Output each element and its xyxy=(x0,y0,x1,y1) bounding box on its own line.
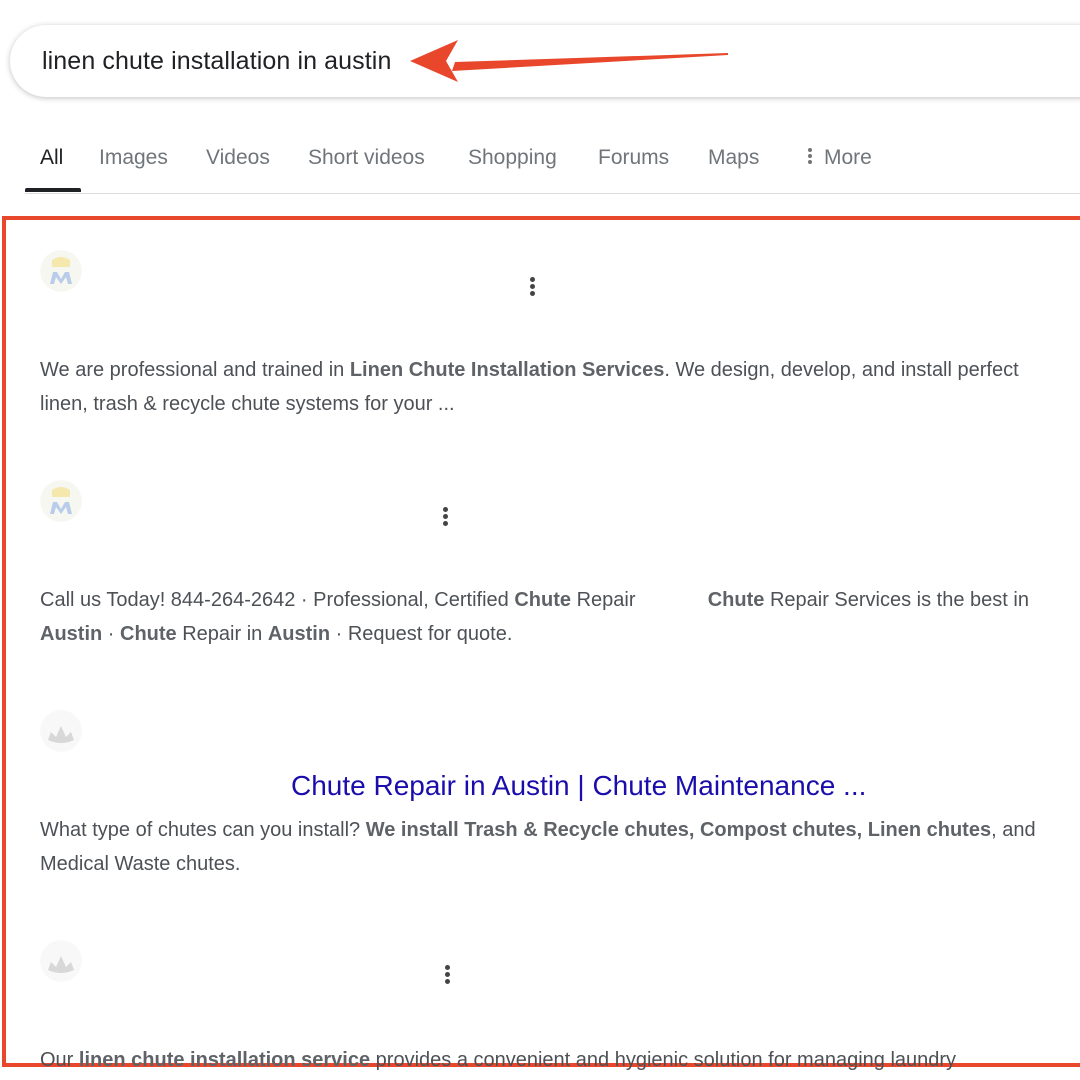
snippet-highlight: Austin xyxy=(267,623,331,645)
tab-forums[interactable]: Forums xyxy=(598,146,669,170)
crown-logo-icon[interactable] xyxy=(40,940,82,982)
kebab-menu-icon[interactable] xyxy=(445,965,451,986)
crown-logo-icon[interactable] xyxy=(40,710,82,752)
snippet-text: We are professional and trained in xyxy=(40,359,350,381)
snippet-text: Repair xyxy=(571,589,708,611)
snippet-text: · Request for quote. xyxy=(330,623,513,645)
tab-maps[interactable]: Maps xyxy=(708,146,759,170)
snippet-highlight: We install Trash & Recycle chutes, Compo… xyxy=(365,819,992,841)
snippet-highlight: Austin xyxy=(40,623,103,645)
snippet-text: What type of chutes can you install? xyxy=(40,819,366,841)
snippet-highlight: linen chute installation service xyxy=(78,1049,371,1071)
snippet-highlight: Chute xyxy=(707,589,765,611)
snippet-highlight: Linen Chute Installation Services xyxy=(349,359,665,381)
kebab-menu-icon[interactable] xyxy=(443,507,449,528)
result-snippet: Call us Today! 844-264-2642 · Profession… xyxy=(40,583,1060,651)
tabs-divider xyxy=(25,193,1080,194)
active-tab-indicator xyxy=(25,188,81,192)
result-snippet: What type of chutes can you install? We … xyxy=(40,813,1060,881)
result-title-link[interactable]: Chute Repair in Austin | Chute Maintenan… xyxy=(291,770,866,802)
result-snippet: Our linen chute installation service pro… xyxy=(40,1043,1060,1077)
tab-all[interactable]: All xyxy=(40,146,63,170)
snippet-highlight: Chute xyxy=(120,623,177,645)
tab-more[interactable]: More xyxy=(808,146,872,170)
snippet-text: Repair in xyxy=(176,623,268,645)
result-snippet: We are professional and trained in Linen… xyxy=(40,353,1060,421)
search-tabs: All Images Videos Short videos Shopping … xyxy=(0,130,1080,193)
search-query[interactable]: linen chute installation in austin xyxy=(42,47,391,76)
snippet-text: Repair Services is the best in xyxy=(764,589,1035,611)
tab-more-label: More xyxy=(824,146,872,169)
snippet-text: provides a convenient and hygienic solut… xyxy=(370,1049,957,1071)
m-logo-icon[interactable] xyxy=(40,480,82,522)
snippet-highlight: Chute xyxy=(514,589,572,611)
tab-images[interactable]: Images xyxy=(99,146,168,170)
snippet-text: Call us Today! 844-264-2642 · Profession… xyxy=(40,589,515,611)
snippet-text: Our xyxy=(40,1049,79,1071)
m-logo-icon[interactable] xyxy=(40,250,82,292)
tab-videos[interactable]: Videos xyxy=(206,146,270,170)
tab-shopping[interactable]: Shopping xyxy=(468,146,557,170)
kebab-menu-icon[interactable] xyxy=(530,277,536,298)
vertical-dots-icon xyxy=(808,146,812,166)
search-bar[interactable]: linen chute installation in austin xyxy=(10,25,1080,97)
tab-short-videos[interactable]: Short videos xyxy=(308,146,425,170)
snippet-text: · xyxy=(102,623,120,645)
